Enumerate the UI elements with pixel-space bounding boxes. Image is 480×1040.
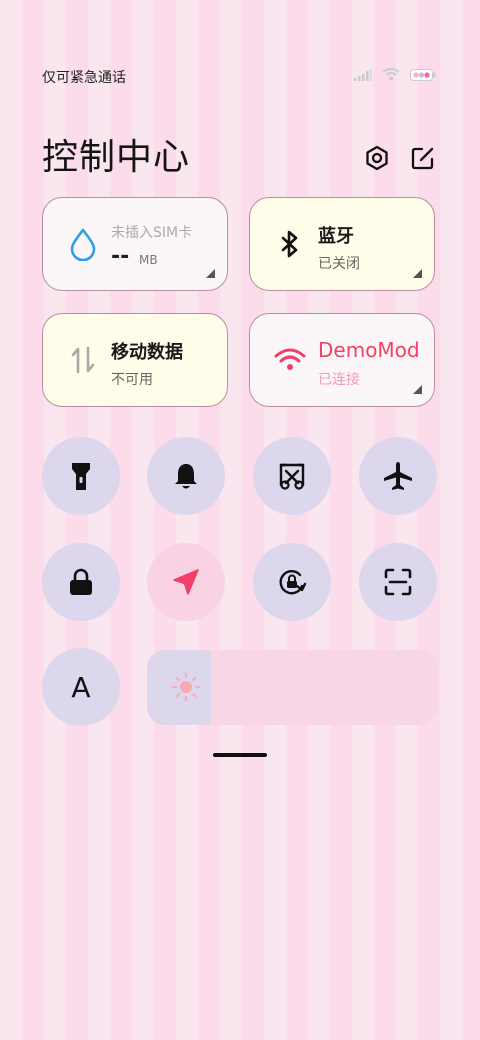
- carrier-text: 仅可紧急通话: [42, 70, 126, 86]
- data-transfer-icon: [65, 342, 101, 378]
- expand-corner-icon: [413, 269, 422, 278]
- bluetooth-tile[interactable]: 蓝牙 已关闭: [249, 197, 435, 291]
- home-indicator[interactable]: [213, 753, 267, 757]
- expand-corner-icon: [206, 269, 215, 278]
- wifi-tile[interactable]: DemoMod 已连接: [249, 313, 435, 407]
- data-usage-tile[interactable]: 未插入SIM卡 -- MB: [42, 197, 228, 291]
- lock-icon: [70, 568, 92, 595]
- sim-status-label: 未插入SIM卡: [111, 225, 193, 241]
- mobile-data-status: 不可用: [111, 372, 153, 388]
- airplane-icon: [384, 462, 412, 490]
- data-usage-unit: MB: [139, 253, 158, 267]
- bluetooth-title: 蓝牙: [318, 226, 354, 247]
- font-icon: A: [71, 670, 91, 704]
- lock-screen-toggle[interactable]: [42, 543, 120, 621]
- font-size-toggle[interactable]: A: [42, 648, 120, 726]
- water-drop-icon: [65, 226, 101, 262]
- bluetooth-icon: [272, 226, 308, 262]
- wifi-status: 已连接: [318, 372, 360, 388]
- rotation-lock-toggle[interactable]: [253, 543, 331, 621]
- gear-icon: [366, 145, 388, 171]
- brightness-slider[interactable]: [147, 650, 438, 725]
- settings-button[interactable]: [363, 144, 391, 172]
- wifi-network-name: DemoMod: [318, 338, 418, 362]
- screenshot-toggle[interactable]: [253, 437, 331, 515]
- expand-corner-icon: [413, 385, 422, 394]
- screenshot-icon: [279, 463, 305, 490]
- status-icons: [354, 68, 436, 81]
- wifi-icon: [272, 342, 308, 378]
- mobile-data-title: 移动数据: [111, 342, 183, 363]
- flashlight-icon: [72, 463, 90, 490]
- battery-icon: [410, 68, 436, 81]
- edit-button[interactable]: [409, 144, 437, 172]
- edit-icon: [411, 147, 434, 170]
- wifi-status-icon: [382, 68, 400, 81]
- location-icon: [173, 569, 199, 595]
- bell-icon: [175, 464, 197, 489]
- data-usage-value: --: [111, 244, 130, 269]
- bluetooth-status: 已关闭: [318, 256, 360, 272]
- sun-icon: [172, 673, 200, 701]
- scan-toggle[interactable]: [359, 543, 437, 621]
- page-title: 控制中心: [42, 137, 191, 178]
- location-toggle[interactable]: [147, 543, 225, 621]
- flashlight-toggle[interactable]: [42, 437, 120, 515]
- scan-icon: [384, 568, 412, 596]
- silent-toggle[interactable]: [147, 437, 225, 515]
- rotation-lock-icon: [279, 570, 307, 595]
- airplane-toggle[interactable]: [359, 437, 437, 515]
- signal-icon: [354, 68, 372, 81]
- mobile-data-tile[interactable]: 移动数据 不可用: [42, 313, 228, 407]
